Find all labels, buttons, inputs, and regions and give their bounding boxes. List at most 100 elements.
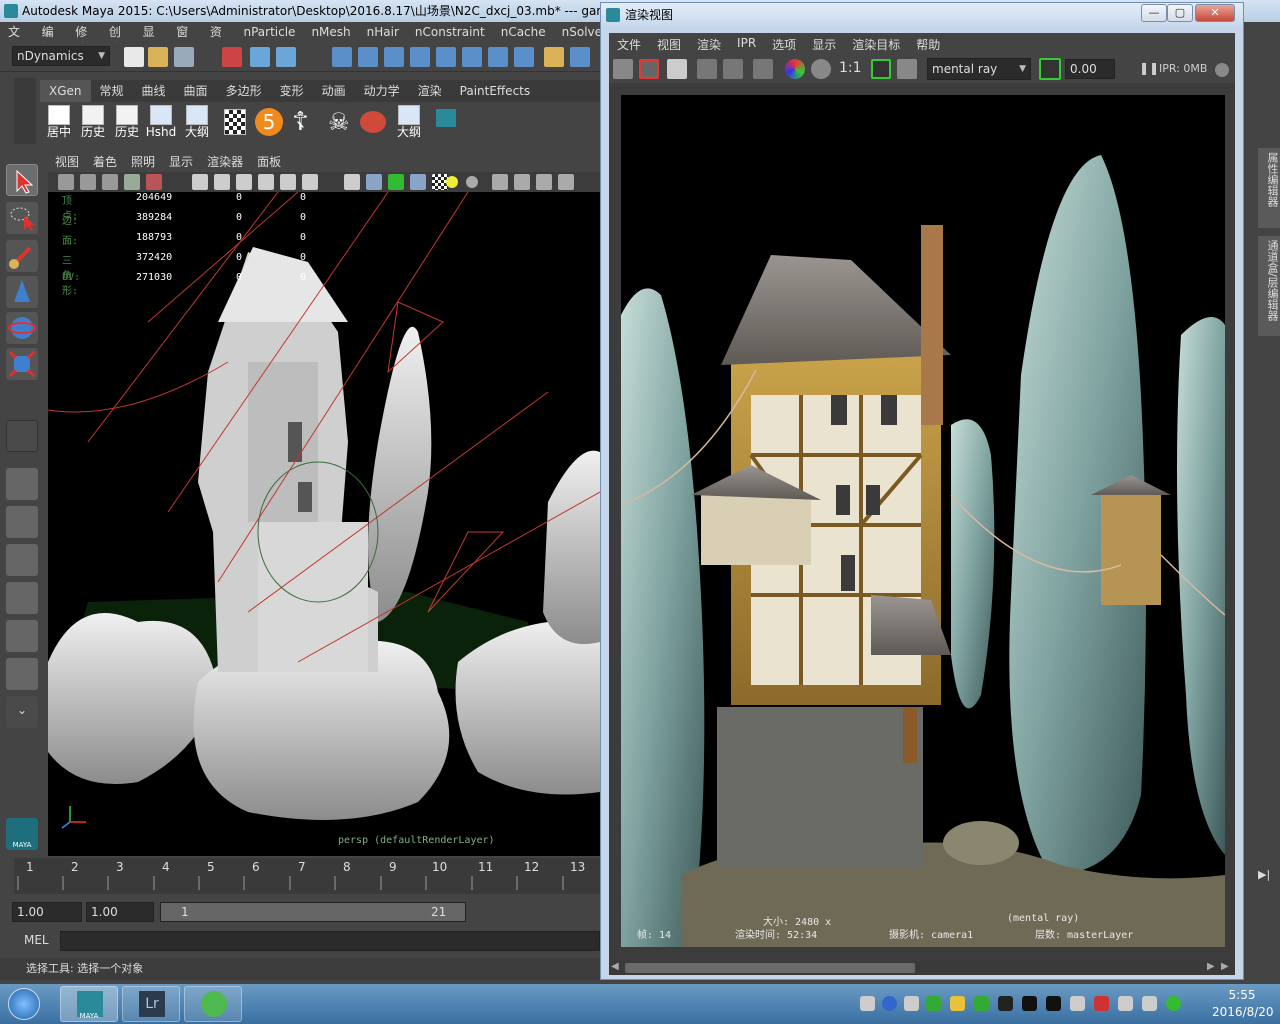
- select-component-icon[interactable]: [276, 47, 296, 67]
- ipr-render-icon[interactable]: [488, 47, 508, 67]
- tray-app-icon[interactable]: [926, 996, 941, 1011]
- shelf-button-outliner[interactable]: 大纲: [180, 105, 214, 139]
- snapshot-icon[interactable]: [667, 59, 687, 79]
- rv-menu-display[interactable]: 显示: [804, 33, 844, 55]
- xray-icon[interactable]: [492, 174, 508, 190]
- rendered-image[interactable]: 大小: 2480 x (mental ray) 帧: 14 渲染时间: 52:3…: [621, 95, 1225, 947]
- shelf-button-skeleton[interactable]: ☦: [286, 105, 320, 139]
- taskbar-app3[interactable]: [184, 986, 242, 1022]
- shelf-button-mask[interactable]: ☠: [322, 105, 356, 139]
- taskbar-maya[interactable]: MAYA: [60, 986, 118, 1022]
- menu-nmesh[interactable]: nMesh: [303, 22, 358, 42]
- render-settings-icon[interactable]: [570, 47, 590, 67]
- ipr-render-icon[interactable]: [697, 59, 717, 79]
- viewport-menu-shading[interactable]: 着色: [86, 150, 124, 172]
- hypershade-layout-icon[interactable]: [6, 620, 38, 652]
- shelf-tab-surfaces[interactable]: 曲面: [175, 80, 217, 102]
- shelf-button-outliner-2[interactable]: 大纲: [392, 105, 426, 139]
- range-slider[interactable]: 1 21: [160, 902, 466, 922]
- safe-action-icon[interactable]: [302, 174, 318, 190]
- scroll-right-icon-2[interactable]: ▶: [1221, 961, 1229, 972]
- viewport-menu-lighting[interactable]: 照明: [124, 150, 162, 172]
- save-scene-icon[interactable]: [174, 47, 194, 67]
- help-icon[interactable]: [882, 996, 897, 1011]
- smooth-shade-icon[interactable]: [366, 174, 382, 190]
- rv-menu-file[interactable]: 文件: [609, 33, 649, 55]
- shelf-tab-xgen[interactable]: XGen: [40, 80, 91, 102]
- xray-components-icon[interactable]: [536, 174, 552, 190]
- renderer-dropdown[interactable]: mental ray ▼: [927, 58, 1031, 80]
- tray-app-icon[interactable]: [950, 996, 965, 1011]
- layout-more-icon[interactable]: ⌄: [6, 696, 38, 728]
- menu-nhair[interactable]: nHair: [359, 22, 407, 42]
- attribute-editor-tab[interactable]: 属性编辑器: [1258, 148, 1280, 228]
- scroll-right-icon[interactable]: ▶: [1207, 961, 1215, 972]
- graph-layout-icon[interactable]: [6, 658, 38, 690]
- select-tool-icon[interactable]: [6, 164, 38, 196]
- remove-image-icon[interactable]: [897, 59, 917, 79]
- horizontal-scrollbar[interactable]: ◀ ▶ ▶: [609, 961, 1235, 975]
- persp-graph-layout-icon[interactable]: [6, 582, 38, 614]
- menu-set-dropdown[interactable]: nDynamics ▼: [12, 46, 110, 66]
- close-button[interactable]: ✕: [1195, 4, 1235, 22]
- exposure-icon[interactable]: [1039, 58, 1061, 80]
- history-icon[interactable]: [436, 47, 456, 67]
- shelf-button-five[interactable]: 5: [252, 105, 286, 139]
- snap-grid-icon[interactable]: [332, 47, 352, 67]
- viewport-menu-panels[interactable]: 面板: [250, 150, 288, 172]
- shelf-button-xgen[interactable]: [430, 105, 464, 139]
- menu-file[interactable]: 文件: [0, 22, 34, 55]
- redo-render-icon[interactable]: [613, 59, 633, 79]
- menu-edit[interactable]: 编辑: [34, 22, 68, 55]
- shelf-tab-deformation[interactable]: 变形: [271, 80, 313, 102]
- snap-point-icon[interactable]: [384, 47, 404, 67]
- menu-window[interactable]: 窗口: [168, 22, 202, 55]
- viewport-menu-view[interactable]: 视图: [48, 150, 86, 172]
- menu-nconstraint[interactable]: nConstraint: [407, 22, 493, 42]
- shelf-tab-painteffects[interactable]: PaintEffects: [451, 80, 539, 102]
- refresh-icon[interactable]: [723, 59, 743, 79]
- flag-icon[interactable]: [1094, 996, 1109, 1011]
- isolate-select-icon[interactable]: [558, 174, 574, 190]
- tray-app-icon[interactable]: [1070, 996, 1085, 1011]
- scrollbar-thumb[interactable]: [625, 963, 915, 973]
- lasso-tool-icon[interactable]: [6, 202, 38, 234]
- field-chart-icon[interactable]: [280, 174, 296, 190]
- paint-select-tool-icon[interactable]: [6, 240, 38, 272]
- menu-ncache[interactable]: nCache: [493, 22, 554, 42]
- image-plane-icon[interactable]: [124, 174, 140, 190]
- shelf-button-center[interactable]: 居中: [42, 105, 76, 139]
- open-scene-icon[interactable]: [148, 47, 168, 67]
- xray-joints-icon[interactable]: [514, 174, 530, 190]
- rv-menu-render[interactable]: 渲染: [689, 33, 729, 55]
- grid-icon[interactable]: [192, 174, 208, 190]
- scale-tool-icon[interactable]: [6, 348, 38, 380]
- qq-icon[interactable]: [1022, 996, 1037, 1011]
- menu-assets[interactable]: 资源: [202, 22, 236, 55]
- shelf-tab-rendering[interactable]: 渲染: [409, 80, 451, 102]
- volume-icon[interactable]: [1142, 996, 1157, 1011]
- keyboard-icon[interactable]: [860, 996, 875, 1011]
- four-view-layout-icon[interactable]: [6, 506, 38, 538]
- persp-outliner-layout-icon[interactable]: [6, 544, 38, 576]
- rv-menu-help[interactable]: 帮助: [908, 33, 948, 55]
- shelf-button-checker[interactable]: [218, 105, 252, 139]
- menu-nparticle[interactable]: nParticle: [235, 22, 303, 42]
- exposure-field[interactable]: 0.00: [1065, 59, 1115, 79]
- shelf-button-hshd[interactable]: Hshd: [144, 105, 178, 139]
- maximize-button[interactable]: ▢: [1167, 4, 1193, 22]
- single-perspective-layout-icon[interactable]: [6, 468, 38, 500]
- perspective-viewport[interactable]: 顶点: 204649 0 0 边: 389284 0 0 面: 188793 0…: [48, 192, 600, 856]
- gate-mask-icon[interactable]: [258, 174, 274, 190]
- grease-pencil-icon[interactable]: [146, 174, 162, 190]
- system-clock[interactable]: 5:55 2016/8/20: [1212, 987, 1274, 1021]
- channel-box-tab[interactable]: 通道盒/层编辑器: [1258, 236, 1280, 336]
- new-scene-icon[interactable]: [124, 47, 144, 67]
- shadows-icon[interactable]: [466, 176, 478, 188]
- start-time-field[interactable]: 1.00: [12, 902, 82, 922]
- last-tool-icon[interactable]: [6, 420, 38, 452]
- wireframe-icon[interactable]: [344, 174, 360, 190]
- rv-menu-render-target[interactable]: 渲染目标: [844, 33, 908, 55]
- scroll-left-icon[interactable]: ◀: [611, 961, 619, 972]
- shelf-tab-polygons[interactable]: 多边形: [217, 80, 271, 102]
